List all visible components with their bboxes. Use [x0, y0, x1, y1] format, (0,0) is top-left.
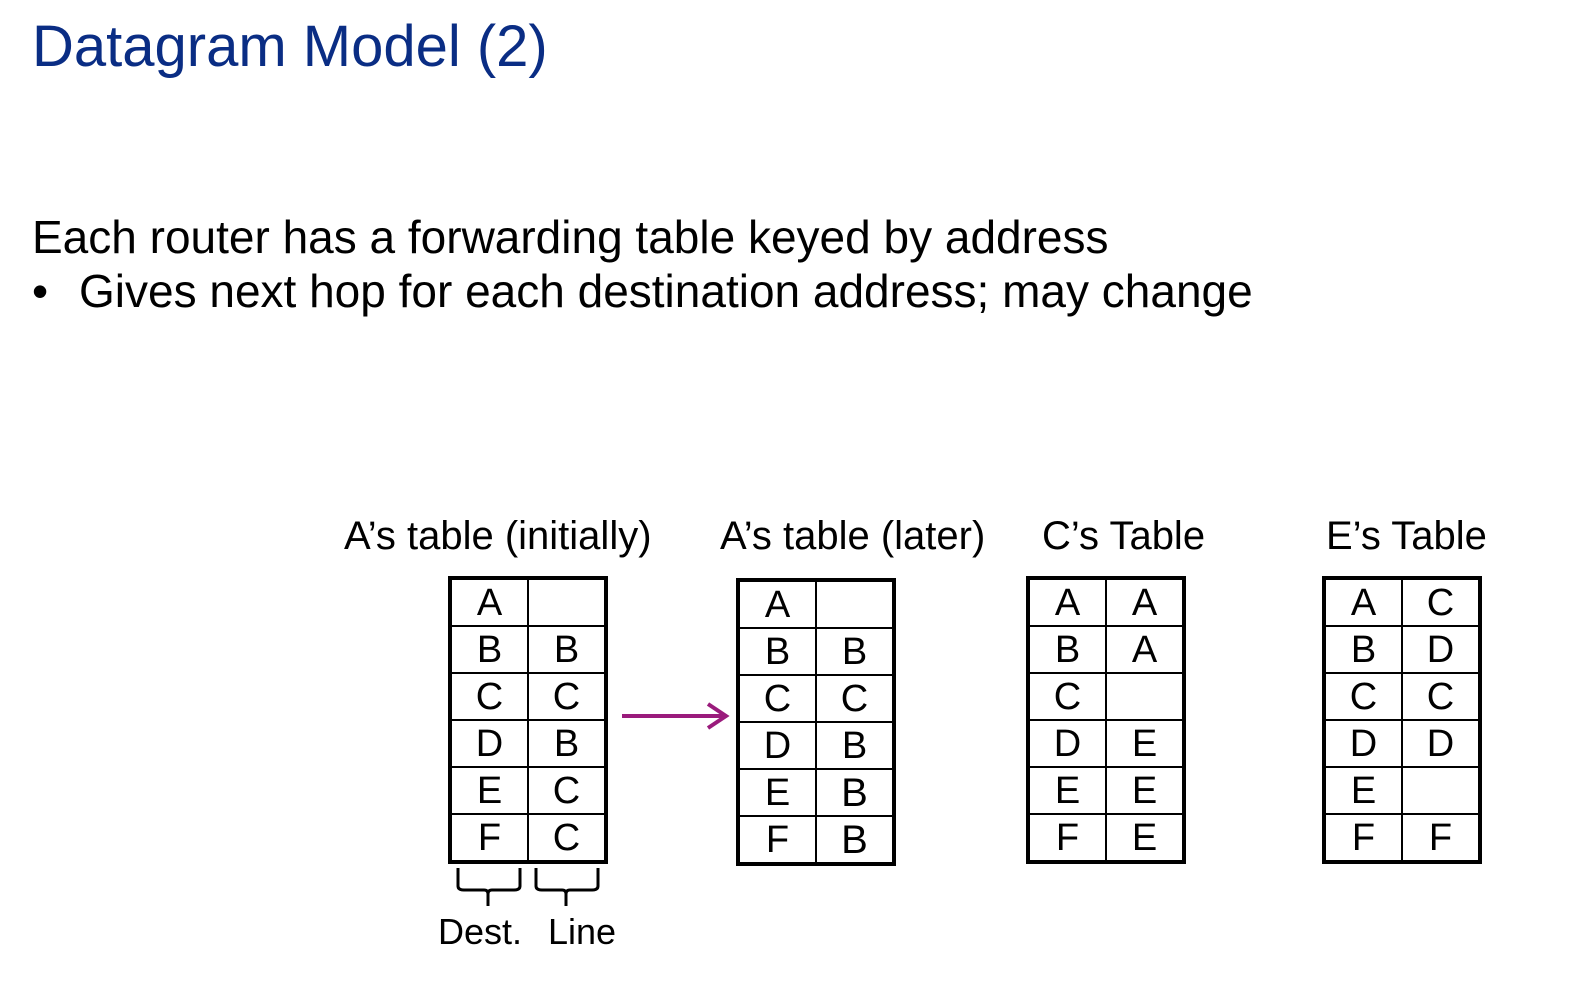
dest-cell: A	[449, 577, 529, 627]
hop-cell: B	[527, 625, 607, 674]
dest-cell: E	[737, 768, 817, 817]
table-a-initial: A BB CC DB EC FC	[448, 576, 608, 864]
hop-cell: B	[815, 768, 895, 817]
dest-cell: D	[1323, 719, 1403, 768]
dest-cell: B	[1323, 625, 1403, 674]
dest-cell: E	[1323, 766, 1403, 815]
dest-cell: A	[737, 579, 817, 629]
table-row: AA	[1027, 577, 1185, 627]
dest-brace	[456, 868, 522, 906]
dest-cell: A	[1323, 577, 1403, 627]
table-c: AA BA C DE EE FE	[1026, 576, 1186, 864]
hop-cell: E	[1105, 719, 1185, 768]
table-row: CC	[1323, 672, 1481, 721]
table-row: BA	[1027, 625, 1185, 674]
hop-cell: C	[1401, 672, 1481, 721]
table-a-later: A BB CC DB EB FB	[736, 578, 896, 866]
dest-cell: D	[737, 721, 817, 770]
hop-cell	[815, 579, 895, 629]
table-row: EB	[737, 768, 895, 817]
dest-cell: B	[737, 627, 817, 676]
table-row: BB	[737, 627, 895, 676]
dest-cell: D	[1027, 719, 1107, 768]
table-row: E	[1323, 766, 1481, 815]
hop-cell: D	[1401, 625, 1481, 674]
dest-column-label: Dest.	[438, 911, 523, 952]
hop-cell: F	[1401, 813, 1481, 863]
hop-cell: C	[527, 766, 607, 815]
hop-cell: B	[815, 721, 895, 770]
hop-cell	[1401, 766, 1481, 815]
dest-cell: F	[1027, 813, 1107, 863]
hop-cell: C	[527, 813, 607, 863]
dest-cell: C	[737, 674, 817, 723]
dest-cell: C	[1027, 672, 1107, 721]
bullet-text: Gives next hop for each destination addr…	[79, 265, 1253, 317]
table-row: FC	[449, 813, 607, 863]
hop-cell: A	[1105, 577, 1185, 627]
dest-cell: C	[449, 672, 529, 721]
table-row: FB	[737, 815, 895, 865]
dest-cell: E	[1027, 766, 1107, 815]
caption-a-initial: A’s table (initially)	[344, 514, 652, 558]
hop-cell: D	[1401, 719, 1481, 768]
table-row: CC	[737, 674, 895, 723]
hop-cell: C	[1401, 577, 1481, 627]
dest-cell: A	[1027, 577, 1107, 627]
caption-c-table: C’s Table	[1042, 514, 1206, 558]
hop-cell: E	[1105, 813, 1185, 863]
column-brace-icon	[456, 868, 600, 906]
hop-cell: E	[1105, 766, 1185, 815]
table-row: DB	[737, 721, 895, 770]
line-column-label: Line	[548, 911, 617, 952]
line-brace	[534, 868, 600, 906]
hop-cell	[1105, 672, 1185, 721]
dest-cell: B	[1027, 625, 1107, 674]
dest-cell: D	[449, 719, 529, 768]
table-row: DB	[449, 719, 607, 768]
table-row: FE	[1027, 813, 1185, 863]
dest-cell: B	[449, 625, 529, 674]
table-row: A	[737, 579, 895, 629]
hop-cell: B	[527, 719, 607, 768]
hop-cell	[527, 577, 607, 627]
dest-cell: F	[449, 813, 529, 863]
table-row: DE	[1027, 719, 1185, 768]
hop-cell: B	[815, 627, 895, 676]
caption-e-table: E’s Table	[1326, 514, 1487, 558]
table-row: CC	[449, 672, 607, 721]
table-row: AC	[1323, 577, 1481, 627]
table-row: BB	[449, 625, 607, 674]
bullet-mark: •	[32, 265, 49, 317]
hop-cell: A	[1105, 625, 1185, 674]
slide-title: Datagram Model (2)	[32, 14, 548, 79]
table-row: A	[449, 577, 607, 627]
dest-cell: C	[1323, 672, 1403, 721]
table-row: C	[1027, 672, 1185, 721]
dest-cell: F	[737, 815, 817, 865]
table-e: AC BD CC DD E FF	[1322, 576, 1482, 864]
slide-body: Each router has a forwarding table keyed…	[32, 210, 1253, 318]
table-row: EE	[1027, 766, 1185, 815]
table-row: FF	[1323, 813, 1481, 863]
hop-cell: C	[527, 672, 607, 721]
caption-a-later: A’s table (later)	[720, 514, 986, 558]
table-row: EC	[449, 766, 607, 815]
update-arrow-icon	[622, 702, 730, 730]
hop-cell: B	[815, 815, 895, 865]
body-line: Each router has a forwarding table keyed…	[32, 211, 1109, 263]
table-row: BD	[1323, 625, 1481, 674]
dest-cell: F	[1323, 813, 1403, 863]
hop-cell: C	[815, 674, 895, 723]
dest-cell: E	[449, 766, 529, 815]
table-row: DD	[1323, 719, 1481, 768]
bullet-item: • Gives next hop for each destination ad…	[32, 264, 1253, 318]
